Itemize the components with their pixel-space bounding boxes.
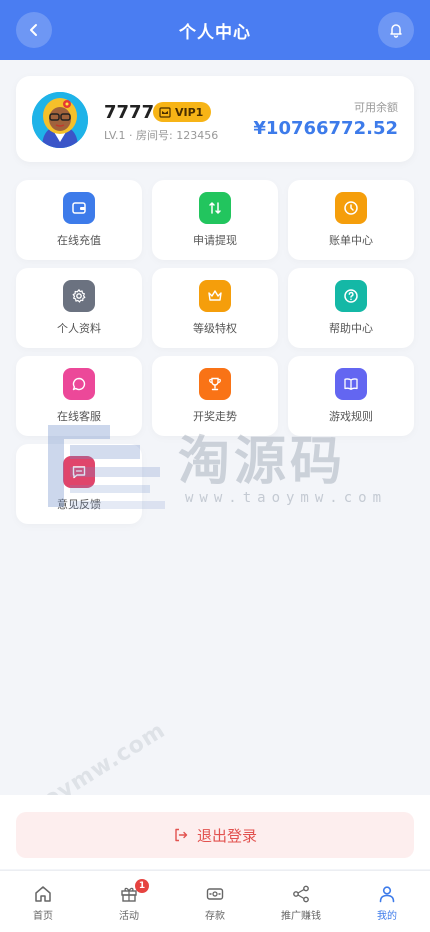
menu-label: 在线客服	[57, 410, 101, 423]
profile-card: 7777 VIP1 LV.1 · 房间号: 123456 可用余额 ¥10766…	[16, 76, 414, 162]
bottom-tab-bar: 首页 活动 1 存款 推广赚钱 我的	[0, 870, 430, 932]
avatar[interactable]	[32, 92, 88, 148]
chat-icon	[63, 368, 95, 400]
tab-home[interactable]: 首页	[0, 871, 86, 932]
tab-label: 推广赚钱	[281, 911, 321, 922]
notification-button[interactable]	[378, 12, 414, 48]
menu-withdraw[interactable]: 申请提现	[152, 180, 278, 260]
tab-label: 活动	[119, 911, 139, 922]
menu-profile[interactable]: 个人资料	[16, 268, 142, 348]
menu-help[interactable]: 帮助中心	[288, 268, 414, 348]
tab-deposit[interactable]: 存款	[172, 871, 258, 932]
watermark-url: www.taoymw.com	[185, 490, 388, 506]
menu-recharge[interactable]: 在线充值	[16, 180, 142, 260]
tab-activity[interactable]: 活动 1	[86, 871, 172, 932]
crown-icon	[159, 106, 171, 118]
chevron-left-icon	[30, 24, 37, 36]
gear-icon	[63, 280, 95, 312]
logout-icon	[175, 828, 188, 842]
help-icon	[335, 280, 367, 312]
menu-label: 在线充值	[57, 234, 101, 247]
menu-bills[interactable]: 账单中心	[288, 180, 414, 260]
card-icon	[206, 888, 224, 900]
menu-label: 账单中心	[329, 234, 373, 247]
balance-label: 可用余额	[354, 101, 398, 114]
logout-label: 退出登录	[196, 826, 257, 845]
message-icon	[63, 456, 95, 488]
menu-trend[interactable]: 开奖走势	[152, 356, 278, 436]
menu-privileges[interactable]: 等级特权	[152, 268, 278, 348]
tab-mine[interactable]: 我的	[344, 871, 430, 932]
trophy-icon	[199, 368, 231, 400]
tab-label: 我的	[377, 911, 397, 922]
menu-label: 开奖走势	[193, 410, 237, 423]
menu-feedback[interactable]: 意见反馈	[16, 444, 142, 524]
menu-support[interactable]: 在线客服	[16, 356, 142, 436]
tab-label: 存款	[205, 911, 225, 922]
logout-button[interactable]: 退出登录	[16, 812, 414, 858]
menu-label: 申请提现	[193, 234, 237, 247]
wallet-icon	[63, 192, 95, 224]
book-icon	[335, 368, 367, 400]
username: 7777	[104, 102, 155, 123]
menu-rules[interactable]: 游戏规则	[288, 356, 414, 436]
back-button[interactable]	[16, 12, 52, 48]
level-room-info: LV.1 · 房间号: 123456	[104, 129, 219, 142]
vip-label: VIP1	[175, 105, 204, 119]
tab-promote[interactable]: 推广赚钱	[258, 871, 344, 932]
menu-label: 等级特权	[193, 322, 237, 335]
home-icon	[35, 886, 51, 902]
share-icon	[293, 885, 309, 903]
balance-value: ¥10766772.52	[253, 118, 398, 139]
vip-badge: VIP1	[153, 102, 212, 122]
app-header: 个人中心	[0, 0, 430, 60]
menu-label: 意见反馈	[57, 498, 101, 511]
crown-icon	[199, 280, 231, 312]
tab-label: 首页	[33, 911, 53, 922]
user-icon	[379, 886, 395, 903]
bell-icon	[390, 24, 402, 38]
menu-label: 游戏规则	[329, 410, 373, 423]
notification-badge: 1	[135, 879, 149, 893]
swap-icon	[199, 192, 231, 224]
menu-label: 个人资料	[57, 322, 101, 335]
menu-label: 帮助中心	[329, 322, 373, 335]
page-title: 个人中心	[179, 22, 251, 43]
clock-icon	[335, 192, 367, 224]
